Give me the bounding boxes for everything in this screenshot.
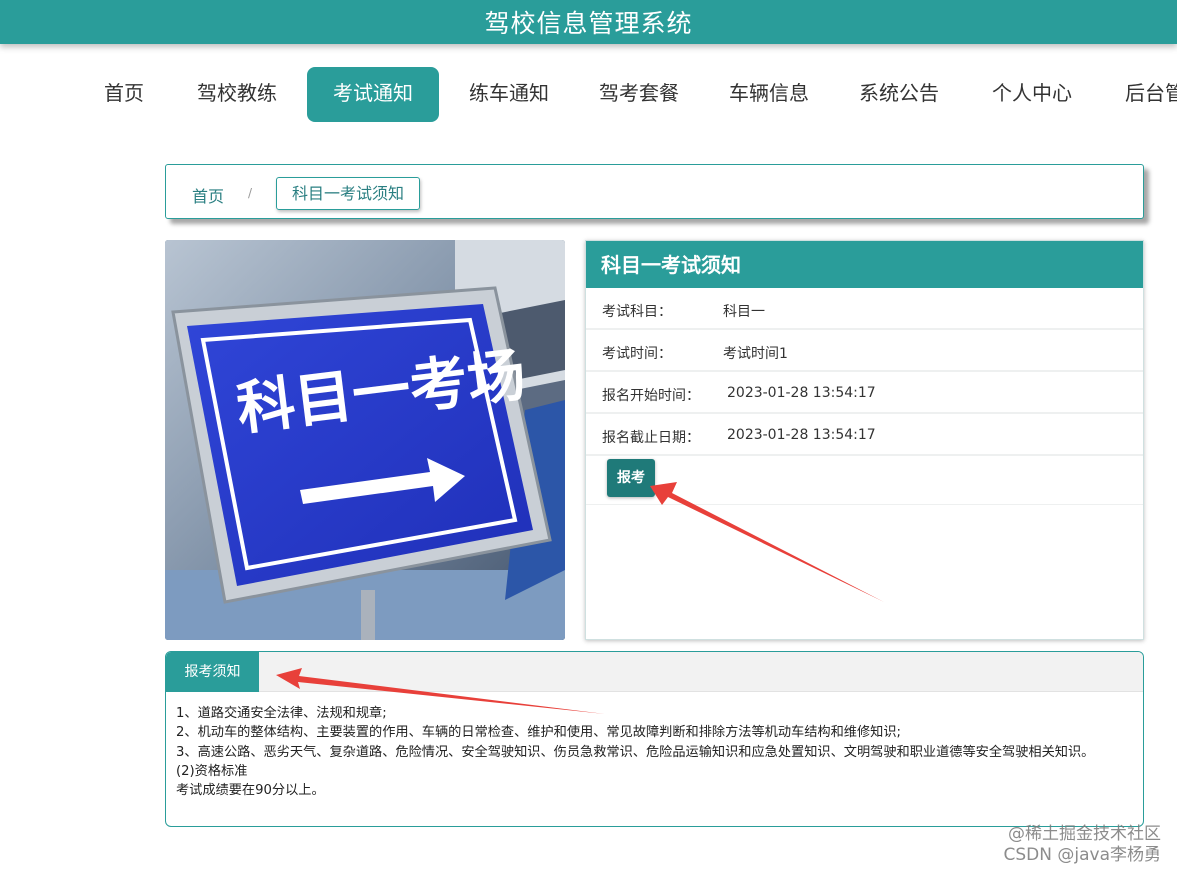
divider xyxy=(586,504,1143,505)
exam-time-label: 考试时间： xyxy=(602,346,672,362)
breadcrumb-separator: / xyxy=(248,186,253,200)
notice-content: 1、道路交通安全法律、法规和规章; 2、机动车的整体结构、主要装置的作用、车辆的… xyxy=(176,704,1129,800)
notice-line: 2、机动车的整体结构、主要装置的作用、车辆的日常检查、维护和使用、常见故障判断和… xyxy=(176,725,901,741)
notice-line: (2)资格标准 xyxy=(176,763,248,779)
registration-notice-panel: 报考须知 1、道路交通安全法律、法规和规章; 2、机动车的整体结构、主要装置的作… xyxy=(165,651,1144,827)
nav-item-coaches[interactable]: 驾校教练 xyxy=(197,67,277,122)
breadcrumb: 首页 / 科目一考试须知 xyxy=(165,164,1144,219)
detail-row-subject: 考试科目： 科目一 xyxy=(586,288,1143,330)
app-title: 驾校信息管理系统 xyxy=(484,9,693,38)
registration-start-label: 报名开始时间： xyxy=(602,388,700,404)
exam-sign-picture: 科目一考场 xyxy=(165,240,565,640)
nav-item-admin[interactable]: 后台管理 xyxy=(1125,67,1177,122)
watermark: @稀土掘金技术社区 CSDN @java李杨勇 xyxy=(1004,824,1162,866)
detail-row-registration-start: 报名开始时间： 2023-01-28 13:54:17 xyxy=(586,372,1143,414)
exam-time-value: 考试时间1 xyxy=(723,346,788,362)
breadcrumb-current: 科目一考试须知 xyxy=(276,177,421,210)
nav-item-vehicles[interactable]: 车辆信息 xyxy=(729,67,809,122)
tab-registration-notice[interactable]: 报考须知 xyxy=(166,652,259,692)
watermark-line-1: @稀土掘金技术社区 xyxy=(1008,824,1161,844)
registration-deadline-label: 报名截止日期： xyxy=(602,430,700,446)
top-header-bar: 驾校信息管理系统 xyxy=(0,0,1177,44)
register-exam-button[interactable]: 报考 xyxy=(607,459,655,497)
notice-line: 1、道路交通安全法律、法规和规章; xyxy=(176,706,387,721)
exam-detail-card: 科目一考试须知 考试科目： 科目一 考试时间： 考试时间1 报名开始时间： 20… xyxy=(585,240,1144,640)
watermark-line-2: CSDN @java李杨勇 xyxy=(1003,845,1162,865)
subject-value: 科目一 xyxy=(723,304,765,320)
nav-item-exam-notices[interactable]: 考试通知 xyxy=(307,67,439,122)
nav-item-packages[interactable]: 驾考套餐 xyxy=(599,67,679,122)
notice-tab-bar: 报考须知 xyxy=(166,652,1143,692)
detail-title: 科目一考试须知 xyxy=(586,241,1143,288)
nav-item-profile[interactable]: 个人中心 xyxy=(992,67,1072,122)
registration-deadline-value: 2023-01-28 13:54:17 xyxy=(727,427,876,443)
subject-label: 考试科目： xyxy=(602,304,672,320)
nav-item-home[interactable]: 首页 xyxy=(104,67,144,122)
breadcrumb-home-link[interactable]: 首页 xyxy=(192,183,224,207)
notice-line: 3、高速公路、恶劣天气、复杂道路、危险情况、安全驾驶知识、伤员急救常识、危险品运… xyxy=(176,744,1095,760)
detail-row-exam-time: 考试时间： 考试时间1 xyxy=(586,330,1143,372)
main-nav: 首页 驾校教练 考试通知 练车通知 驾考套餐 车辆信息 系统公告 个人中心 后台… xyxy=(0,67,1177,122)
detail-row-registration-deadline: 报名截止日期： 2023-01-28 13:54:17 xyxy=(586,414,1143,456)
exam-cover-image: 科目一考场 xyxy=(165,240,565,640)
nav-item-practice-notices[interactable]: 练车通知 xyxy=(469,67,549,122)
notice-line: 考试成绩要在90分以上。 xyxy=(176,783,325,799)
nav-item-announcements[interactable]: 系统公告 xyxy=(859,67,939,122)
registration-start-value: 2023-01-28 13:54:17 xyxy=(727,385,876,401)
